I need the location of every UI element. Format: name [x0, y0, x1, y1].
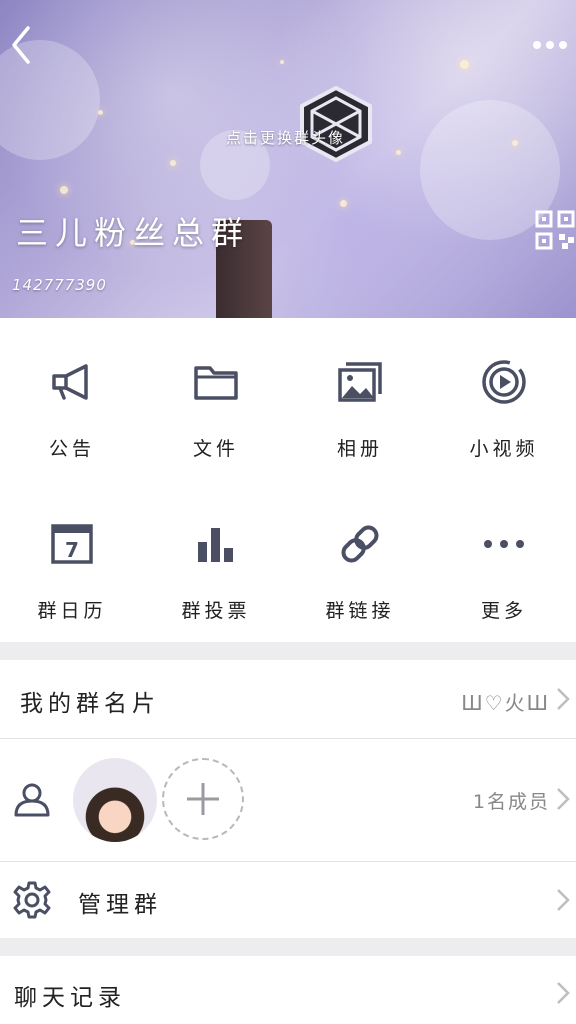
- feature-label: 文件: [192, 438, 239, 460]
- feature-announcement[interactable]: 公告: [0, 318, 144, 480]
- more-icon: [484, 540, 524, 548]
- feature-short-video[interactable]: 小视频: [432, 318, 576, 480]
- chevron-right-icon: [557, 788, 570, 810]
- bokeh-decoration: [280, 60, 284, 64]
- qr-code-icon: [535, 210, 575, 250]
- feature-label: 群日历: [37, 600, 107, 622]
- group-name: 三儿粉丝总群: [16, 214, 251, 252]
- my-group-card-value: Ш♡火Ш: [461, 691, 550, 715]
- bokeh-decoration: [340, 200, 347, 207]
- feature-label: 相册: [336, 438, 383, 460]
- bokeh-decoration: [460, 60, 469, 69]
- my-group-card-label: 我的群名片: [20, 691, 160, 717]
- feature-calendar[interactable]: 7 群日历: [0, 480, 144, 642]
- chat-history-row[interactable]: 聊天记录: [0, 956, 576, 1024]
- member-count: 1名成员: [472, 791, 550, 813]
- manage-group-label: 管理群: [78, 892, 162, 918]
- folder-icon: [194, 366, 238, 400]
- link-icon: [341, 525, 379, 563]
- my-group-card-row[interactable]: 我的群名片 Ш♡火Ш: [0, 660, 576, 738]
- feature-album[interactable]: 相册: [288, 318, 432, 480]
- feature-label: 公告: [48, 438, 95, 460]
- feature-vote[interactable]: 群投票: [144, 480, 288, 642]
- group-header-banner[interactable]: 点击更换群头像 三儿粉丝总群 142777390: [0, 0, 576, 318]
- group-avatar[interactable]: [296, 84, 376, 164]
- chat-history-label: 聊天记录: [14, 985, 126, 1011]
- bokeh-decoration: [170, 160, 176, 166]
- feature-files[interactable]: 文件: [144, 318, 288, 480]
- megaphone-icon: [52, 364, 88, 400]
- members-row[interactable]: 1名成员: [0, 739, 576, 861]
- feature-label: 更多: [480, 600, 527, 622]
- add-member-button[interactable]: [162, 758, 244, 840]
- feature-label: 群投票: [181, 600, 251, 622]
- chevron-right-icon: [557, 889, 570, 911]
- member-avatar[interactable]: [73, 758, 157, 842]
- chevron-left-icon: [12, 26, 30, 64]
- feature-link[interactable]: 群链接: [288, 480, 432, 642]
- members-icon: [14, 783, 50, 817]
- chevron-right-icon: [557, 982, 570, 1004]
- video-icon: [482, 360, 526, 404]
- plus-icon: [187, 783, 219, 815]
- gear-icon: [13, 881, 51, 919]
- calendar-icon: 7: [51, 524, 93, 564]
- feature-more[interactable]: 更多: [432, 480, 576, 642]
- more-dots-icon: [533, 41, 567, 49]
- group-id: 142777390: [12, 276, 107, 294]
- section-divider: [0, 642, 576, 660]
- bokeh-decoration: [98, 110, 103, 115]
- bokeh-decoration: [512, 140, 518, 146]
- qr-code-button[interactable]: [535, 210, 576, 252]
- bokeh-decoration: [60, 186, 68, 194]
- hexagon-logo-icon: [300, 85, 372, 163]
- album-icon: [338, 362, 382, 402]
- calendar-day-text: 7: [65, 538, 79, 562]
- bokeh-decoration: [396, 150, 401, 155]
- feature-label: 群链接: [325, 600, 395, 622]
- back-button[interactable]: [6, 22, 46, 68]
- feature-grid: 公告 文件 相册 小视频 7 群日历 群投票 群链接 更多: [0, 318, 576, 642]
- feature-label: 小视频: [469, 438, 539, 460]
- change-avatar-hint[interactable]: 点击更换群头像: [226, 127, 345, 148]
- chevron-right-icon: [557, 688, 570, 710]
- section-divider: [0, 938, 576, 956]
- more-options-button[interactable]: [530, 30, 570, 60]
- manage-group-row[interactable]: 管理群: [0, 862, 576, 938]
- bar-chart-icon: [198, 528, 233, 562]
